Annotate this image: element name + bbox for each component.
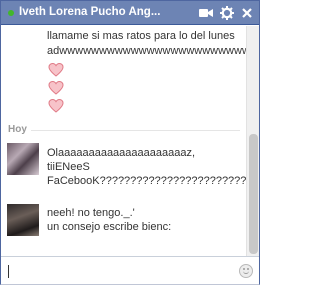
online-status-icon [8,10,14,16]
close-icon[interactable] [239,5,255,21]
message-text: FaCebooK??????????????????????????? [47,175,246,187]
message-text: tiiENeeS [47,161,90,173]
divider-line [8,130,240,131]
heart-emoticon-icon [48,80,64,95]
avatar[interactable] [7,204,39,236]
avatar[interactable] [7,143,39,175]
message-text: llamame si mas ratos para lo del lunes [47,30,235,42]
scrollbar-thumb[interactable] [249,134,258,254]
chat-title-bar[interactable]: Iveth Lorena Pucho Ang... [1,1,259,25]
chat-title[interactable]: Iveth Lorena Pucho Ang... [19,6,195,18]
message-input[interactable] [7,262,231,280]
message-text: adwwwwwwwwwwwwwwwwwwwwwwww [47,45,246,57]
message-list[interactable]: llamame si mas ratos para lo del lunes a… [1,26,246,256]
gear-icon[interactable] [219,5,235,21]
chat-input-area [1,256,259,284]
smiley-mouth [243,271,249,274]
smiley-icon[interactable] [239,264,253,278]
day-divider: Hoy [8,124,240,136]
video-camera-icon[interactable] [198,5,214,21]
heart-emoticon-icon [48,98,64,113]
heart-emoticon-icon [48,62,64,77]
scrollbar[interactable] [246,26,259,256]
day-label: Hoy [8,124,31,135]
message-text: Olaaaaaaaaaaaaaaaaaaaaaz, [47,147,196,159]
message-text: neeh! no tengo._.' [47,207,135,219]
message-text: un consejo escribe bienc: [47,221,172,233]
chat-window: Iveth Lorena Pucho Ang... llamame si mas… [0,0,260,285]
